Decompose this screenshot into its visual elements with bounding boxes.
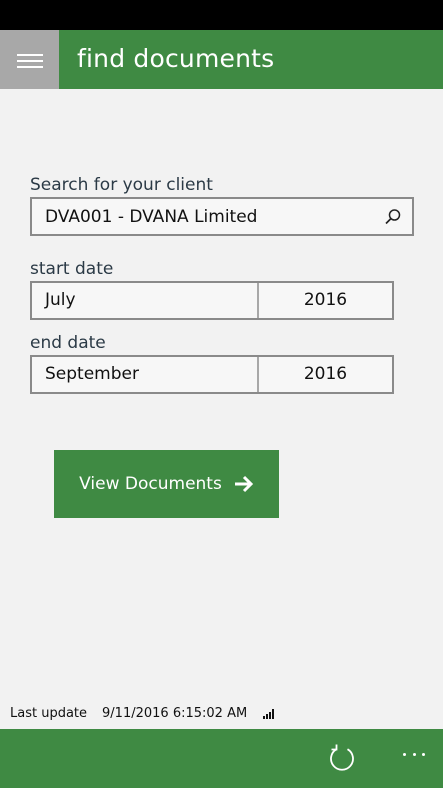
start-year-selector[interactable]: 2016	[259, 283, 392, 318]
start-date-label: start date	[30, 259, 114, 279]
hamburger-icon	[16, 51, 43, 69]
system-status-bar	[0, 0, 443, 30]
last-update-status: Last update 9/11/2016 6:15:02 AM	[10, 706, 275, 721]
start-year-value: 2016	[303, 290, 348, 310]
end-date-picker[interactable]: September 2016	[30, 355, 394, 394]
view-documents-label: View Documents	[79, 474, 222, 494]
arrow-right-icon	[234, 475, 253, 493]
search-icon[interactable]	[384, 208, 402, 226]
end-month-selector[interactable]: September	[32, 357, 259, 392]
app-header: find documents	[0, 30, 443, 89]
start-month-selector[interactable]: July	[32, 283, 259, 318]
bottom-app-bar	[0, 729, 443, 788]
menu-button[interactable]	[0, 30, 59, 89]
search-label: Search for your client	[30, 175, 213, 195]
end-year-value: 2016	[303, 364, 348, 384]
end-year-selector[interactable]: 2016	[259, 357, 392, 392]
search-value: DVA001 - DVANA Limited	[45, 207, 258, 227]
last-update-timestamp: 9/11/2016 6:15:02 AM	[102, 706, 248, 721]
more-icon[interactable]	[403, 749, 425, 759]
last-update-label: Last update	[10, 706, 88, 721]
signal-icon	[263, 708, 275, 719]
start-month-value: July	[45, 290, 76, 310]
client-search-input[interactable]: DVA001 - DVANA Limited	[30, 197, 414, 236]
end-month-value: September	[45, 364, 139, 384]
refresh-icon[interactable]	[328, 743, 356, 773]
page-title: find documents	[77, 44, 275, 73]
start-date-picker[interactable]: July 2016	[30, 281, 394, 320]
view-documents-button[interactable]: View Documents	[54, 450, 279, 518]
end-date-label: end date	[30, 333, 106, 353]
